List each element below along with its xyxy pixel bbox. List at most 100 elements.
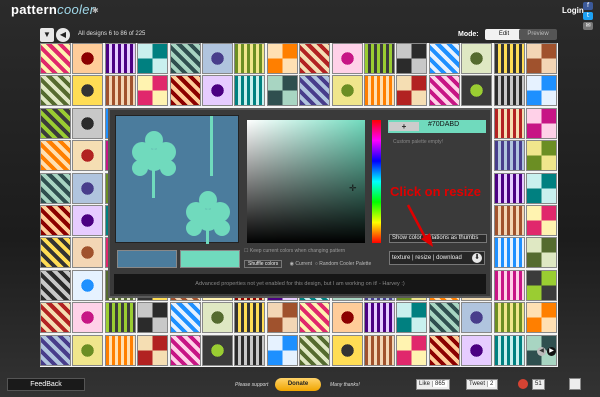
pattern-thumbnail[interactable] [40,107,71,139]
pattern-thumbnail[interactable] [40,302,71,334]
pattern-thumbnail[interactable] [396,75,428,107]
pattern-thumbnail[interactable] [234,43,266,74]
pattern-thumbnail[interactable] [493,43,525,74]
pattern-thumbnail[interactable] [331,302,363,334]
pattern-thumbnail[interactable] [299,334,331,366]
pattern-thumbnail[interactable] [331,75,363,107]
pattern-thumbnail[interactable] [428,75,460,107]
pattern-thumbnail[interactable] [493,205,525,236]
pattern-thumbnail[interactable] [72,269,104,301]
pattern-thumbnail[interactable] [234,334,266,366]
pattern-thumbnail[interactable] [72,75,104,107]
google-plus-icon[interactable] [518,379,528,389]
pattern-thumbnail[interactable] [461,334,493,366]
pattern-thumbnail[interactable] [526,43,557,74]
pattern-thumbnail[interactable] [364,302,395,334]
pattern-thumbnail[interactable] [104,43,136,74]
pattern-thumbnail[interactable] [72,140,104,172]
pattern-thumbnail[interactable] [396,43,428,74]
pattern-thumbnail[interactable] [72,205,104,236]
pattern-thumbnail[interactable] [461,75,493,107]
feedback-button[interactable]: FeedBack [7,378,85,391]
pattern-thumbnail[interactable] [137,75,169,107]
share-icon[interactable] [569,378,581,390]
pattern-thumbnail[interactable] [331,43,363,74]
pattern-thumbnail[interactable] [40,237,71,269]
pattern-thumbnail[interactable] [40,75,71,107]
pattern-thumbnail[interactable] [169,43,201,74]
edit-mode-button[interactable]: Edit [485,29,523,40]
mail-icon[interactable]: ✉ [583,22,593,30]
pattern-thumbnail[interactable] [169,334,201,366]
pattern-thumbnail[interactable] [396,302,428,334]
facebook-icon[interactable]: f [583,2,593,10]
keep-colors-option[interactable]: ☐ Keep current colors when changing patt… [244,248,345,254]
pattern-thumbnail[interactable] [72,172,104,204]
pattern-thumbnail[interactable] [428,334,460,366]
pattern-thumbnail[interactable] [169,75,201,107]
pattern-thumbnail[interactable] [396,334,428,366]
pattern-thumbnail[interactable] [526,237,557,269]
pattern-thumbnail[interactable] [526,107,557,139]
pattern-thumbnail[interactable] [526,302,557,334]
pattern-thumbnail[interactable] [40,172,71,204]
add-color-button[interactable]: + [389,122,419,131]
pattern-thumbnail[interactable] [331,334,363,366]
pattern-thumbnail[interactable] [72,302,104,334]
pattern-thumbnail[interactable] [364,75,395,107]
grid-next-icon[interactable]: ▶ [547,347,556,356]
facebook-like-button[interactable]: Like 865 [416,379,451,390]
pattern-thumbnail[interactable] [72,107,104,139]
pattern-thumbnail[interactable] [40,43,71,74]
crosshair-icon[interactable]: ✛ [349,183,357,194]
pattern-thumbnail[interactable] [234,302,266,334]
pattern-thumbnail[interactable] [493,172,525,204]
pattern-thumbnail[interactable] [104,75,136,107]
donate-button[interactable]: Donate [275,378,321,391]
pattern-thumbnail[interactable] [299,302,331,334]
pattern-thumbnail[interactable] [137,43,169,74]
pattern-thumbnail[interactable] [40,140,71,172]
next-page-icon[interactable] [67,28,77,42]
pattern-thumbnail[interactable] [526,172,557,204]
pattern-thumbnail[interactable] [428,43,460,74]
pattern-thumbnail[interactable] [40,334,71,366]
texture-resize-download-bar[interactable]: texture | resize | download ⬇ [389,251,485,265]
thumbs-toggle-button[interactable]: Show color variations as thumbs [389,234,487,243]
pattern-thumbnail[interactable] [526,140,557,172]
pattern-thumbnail[interactable] [364,43,395,74]
pattern-thumbnail[interactable] [526,269,557,301]
pattern-thumbnail[interactable] [169,302,201,334]
pattern-thumbnail[interactable] [299,43,331,74]
tweet-button[interactable]: Tweet 2 [466,379,499,390]
pattern-thumbnail[interactable] [202,302,233,334]
pattern-thumbnail[interactable] [461,302,493,334]
hex-input[interactable]: #70DABD [428,121,459,128]
pattern-thumbnail[interactable] [493,75,525,107]
app-logo[interactable]: patterncooler [11,2,94,17]
pattern-thumbnail[interactable] [493,140,525,172]
menu-dropdown-icon[interactable]: ▼ [40,28,54,42]
pattern-thumbnail[interactable] [266,75,298,107]
saturation-picker[interactable]: ✛ [247,120,365,243]
pattern-thumbnail[interactable] [104,334,136,366]
pattern-thumbnail[interactable] [40,205,71,236]
pattern-thumbnail[interactable] [493,334,525,366]
login-link[interactable]: Login [562,6,584,15]
pattern-thumbnail[interactable] [364,334,395,366]
pattern-thumbnail[interactable] [137,302,169,334]
preview-mode-button[interactable]: Preview [519,29,557,40]
grid-prev-icon[interactable]: ◀ [537,347,546,356]
pattern-thumbnail[interactable] [461,43,493,74]
pattern-thumbnail[interactable] [493,107,525,139]
pattern-thumbnail[interactable] [266,334,298,366]
pattern-thumbnail[interactable] [526,205,557,236]
pattern-thumbnail[interactable] [299,75,331,107]
hue-slider[interactable] [372,120,381,243]
pattern-thumbnail[interactable] [526,75,557,107]
pattern-thumbnail[interactable] [40,269,71,301]
pattern-thumbnail[interactable] [104,302,136,334]
color-slot-2[interactable] [180,250,240,268]
pattern-thumbnail[interactable] [266,43,298,74]
pattern-thumbnail[interactable] [72,237,104,269]
